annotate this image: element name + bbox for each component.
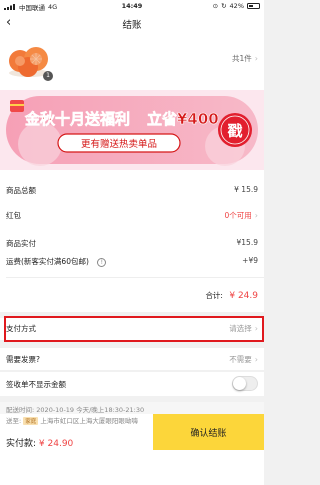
product-total-row: 商品总额 ¥ 15.9	[6, 185, 258, 196]
pay-amount-label: 实付款:	[6, 439, 37, 449]
red-packet-row[interactable]: 红包 0个可用 ›	[6, 210, 258, 221]
lock-rotation-icon: ↻	[221, 2, 227, 10]
item-count: 共1件 ›	[232, 53, 258, 64]
promo-banner-area: 金秋十月送福利 立省¥400 更有赠送热卖单品 戳	[0, 84, 264, 176]
delivery-address-value: 上海市虹口区上海大厦眼阳眼呦嗨	[40, 417, 138, 425]
invoice-value: 不需要	[229, 355, 252, 364]
nav-bar: ‹ 结账	[0, 12, 264, 34]
banner-subline: 更有赠送热卖单品	[81, 138, 157, 150]
total-label: 合计:	[205, 291, 223, 300]
payment-highlight-box	[4, 316, 264, 342]
toggle-knob	[233, 377, 246, 390]
status-bar: 中国联通 4G 14:49 ⊙ ↻ 42%	[0, 0, 264, 12]
delivery-time-line: 配送时间: 2020-10-19 今天/晚上18:30-21:30	[6, 404, 264, 414]
delivery-address-line: 送至: 家庭 上海市虹口区上海大厦眼阳眼呦嗨	[6, 415, 138, 425]
chevron-right-icon: ›	[254, 355, 258, 364]
delivery-time-value: 2020-10-19 今天/晚上18:30-21:30	[36, 406, 145, 414]
confirm-checkout-button[interactable]: 确认结账	[153, 414, 264, 450]
promo-banner[interactable]: 金秋十月送福利 立省¥400 更有赠送热卖单品 戳	[0, 84, 264, 176]
banner-headline: 金秋十月送福利	[24, 110, 130, 128]
actual-paid-row: 商品实付 ¥15.9	[6, 238, 258, 249]
divider	[6, 277, 264, 278]
red-packet-value: 0个可用	[224, 211, 252, 220]
summary-section: 商品总额 ¥ 15.9 红包 0个可用 › 商品实付 ¥15.9 运费(新客实付满…	[0, 176, 264, 312]
address-tag: 家庭	[23, 417, 39, 425]
signature-label: 签收单不显示金额	[6, 380, 66, 389]
product-row[interactable]: 1 共1件 ›	[0, 34, 264, 84]
checkout-bar: 送至: 家庭 上海市虹口区上海大厦眼阳眼呦嗨 实付款: ¥ 24.90 确认结账	[0, 414, 264, 450]
shipping-row: 运费(新客实付满60包邮) ! +¥9	[6, 256, 258, 267]
invoice-row[interactable]: 需要发票? 不需要 ›	[0, 348, 264, 370]
shipping-value: +¥9	[242, 256, 258, 265]
alarm-icon: ⊙	[212, 2, 219, 10]
pay-amount-line: 实付款: ¥ 24.90	[6, 436, 73, 449]
banner-saving: 立省¥400	[147, 110, 219, 128]
product-total-value: ¥ 15.9	[234, 185, 258, 194]
invoice-label: 需要发票?	[6, 355, 40, 364]
delivery-time-label: 配送时间:	[6, 406, 35, 414]
signature-row: 签收单不显示金额	[0, 372, 264, 396]
product-total-label: 商品总额	[6, 186, 36, 195]
invoice-content: 需要发票? 不需要 ›	[6, 354, 258, 365]
pay-amount-value: ¥ 24.90	[38, 439, 74, 449]
chevron-right-icon: ›	[254, 54, 258, 63]
delivery-address-label: 送至:	[6, 417, 22, 425]
battery-percent: 42%	[229, 2, 244, 10]
total-value: ¥ 24.9	[229, 291, 258, 301]
red-packet-label: 红包	[6, 211, 21, 220]
chevron-right-icon: ›	[254, 211, 258, 220]
hide-amount-toggle[interactable]	[232, 376, 258, 391]
total-row: 合计: ¥ 24.9	[6, 290, 258, 301]
quantity-badge: 1	[43, 71, 53, 81]
shipping-label: 运费(新客实付满60包邮)	[6, 257, 89, 266]
banner-stamp: 戳	[227, 122, 242, 140]
page-title: 结账	[122, 20, 142, 31]
product-thumbnail: 1	[6, 37, 53, 81]
bottom-safe-area	[0, 450, 264, 485]
actual-paid-value: ¥15.9	[236, 238, 258, 247]
item-count-text: 共1件	[232, 54, 252, 63]
actual-paid-label: 商品实付	[6, 239, 36, 248]
info-icon[interactable]: !	[97, 258, 107, 267]
battery-icon	[247, 3, 260, 9]
